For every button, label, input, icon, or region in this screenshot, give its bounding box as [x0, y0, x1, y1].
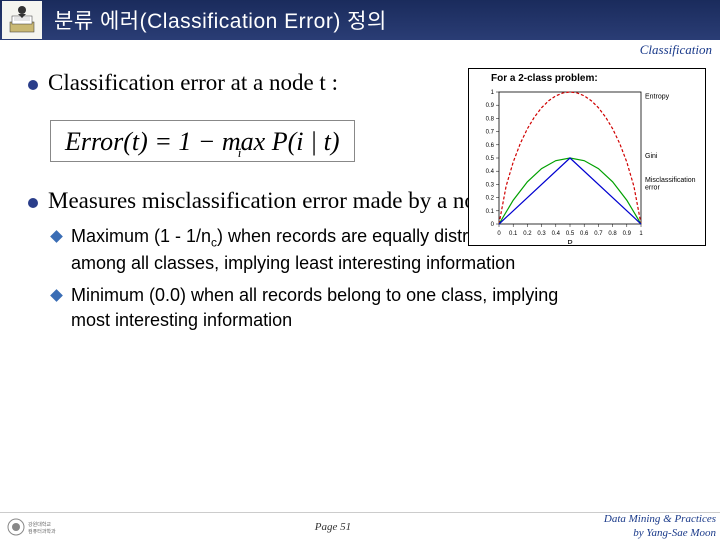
svg-text:0.5: 0.5 [486, 156, 495, 162]
svg-text:0.6: 0.6 [486, 143, 495, 149]
impurity-chart: For a 2-class problem: 00.10.20.30.40.50… [468, 68, 706, 246]
bullet-icon [28, 198, 38, 208]
svg-text:0.9: 0.9 [486, 103, 495, 109]
sub-text-frag: Minimum (0.0) when all records belong to… [71, 285, 558, 305]
svg-text:0.5: 0.5 [566, 231, 575, 237]
bullet-text: Measures misclassification error made by… [48, 188, 503, 214]
svg-text:0.4: 0.4 [486, 169, 495, 175]
chart-title: For a 2-class problem: [491, 73, 701, 84]
diamond-icon [50, 289, 63, 302]
svg-text:error: error [645, 185, 660, 192]
sub-text-frag: most interesting information [71, 310, 292, 330]
svg-text:0: 0 [491, 222, 495, 228]
formula-box: Error(t) = 1 − max i P(i | t) [50, 120, 355, 162]
chart-svg: 0 0.1 0.2 0.3 0.4 0.5 0.6 0.7 0.8 0.9 1 0 0.1 0.2 0.3 0… [473, 86, 701, 244]
svg-text:1: 1 [639, 231, 643, 237]
credit-line: Data Mining & Practices [604, 513, 716, 525]
svg-text:0.3: 0.3 [486, 182, 495, 188]
university-logo-icon: 강원대학교 컴퓨터과학과 [6, 516, 62, 538]
svg-text:0.6: 0.6 [580, 231, 589, 237]
page-number: Page 51 [62, 521, 604, 533]
svg-text:0.9: 0.9 [623, 231, 632, 237]
formula-eq: = 1 − max [148, 127, 272, 156]
formula-lhs: Error(t) [65, 127, 148, 156]
svg-text:0.8: 0.8 [486, 116, 495, 122]
svg-text:강원대학교: 강원대학교 [28, 521, 51, 528]
footer-credit: Data Mining & Practices by Yang-Sae Moon [604, 513, 720, 539]
svg-text:0: 0 [497, 231, 501, 237]
bullet-text: Classification error at a node t : [48, 70, 338, 96]
credit-line: by Yang-Sae Moon [633, 527, 716, 539]
svg-text:0.7: 0.7 [486, 130, 495, 136]
formula-rhs: P(i | t) [272, 127, 340, 156]
sub-bullet-item: Minimum (0.0) when all records belong to… [52, 283, 692, 333]
svg-text:0.1: 0.1 [486, 209, 495, 215]
svg-text:0.4: 0.4 [552, 231, 561, 237]
svg-text:0.3: 0.3 [537, 231, 546, 237]
svg-text:Gini: Gini [645, 153, 658, 160]
svg-text:컴퓨터과학과: 컴퓨터과학과 [28, 528, 56, 535]
svg-text:P: P [567, 239, 572, 244]
svg-text:Entropy: Entropy [645, 94, 670, 101]
slide-title: 분류 에러(Classification Error) 정의 [54, 5, 387, 35]
svg-text:Misclassification: Misclassification [645, 177, 696, 184]
bullet-icon [28, 80, 38, 90]
svg-text:0.1: 0.1 [509, 231, 518, 237]
sub-bullet-text: Maximum (1 - 1/nc) when records are equa… [71, 224, 517, 277]
svg-text:0.2: 0.2 [523, 231, 532, 237]
slide-header: 분류 에러(Classification Error) 정의 Classific… [0, 0, 720, 40]
svg-text:0.2: 0.2 [486, 196, 495, 202]
sub-bullet-text: Minimum (0.0) when all records belong to… [71, 283, 558, 333]
svg-text:0.7: 0.7 [594, 231, 603, 237]
svg-text:0.8: 0.8 [608, 231, 617, 237]
formula-subscript: i [238, 145, 242, 161]
sub-text-frag: Maximum (1 - 1/n [71, 226, 211, 246]
diamond-icon [50, 230, 63, 243]
slide-footer: 강원대학교 컴퓨터과학과 Page 51 Data Mining & Pract… [0, 512, 720, 540]
reader-icon [2, 1, 42, 39]
svg-text:1: 1 [491, 90, 495, 96]
sub-text-frag: among all classes, implying least intere… [71, 253, 515, 273]
